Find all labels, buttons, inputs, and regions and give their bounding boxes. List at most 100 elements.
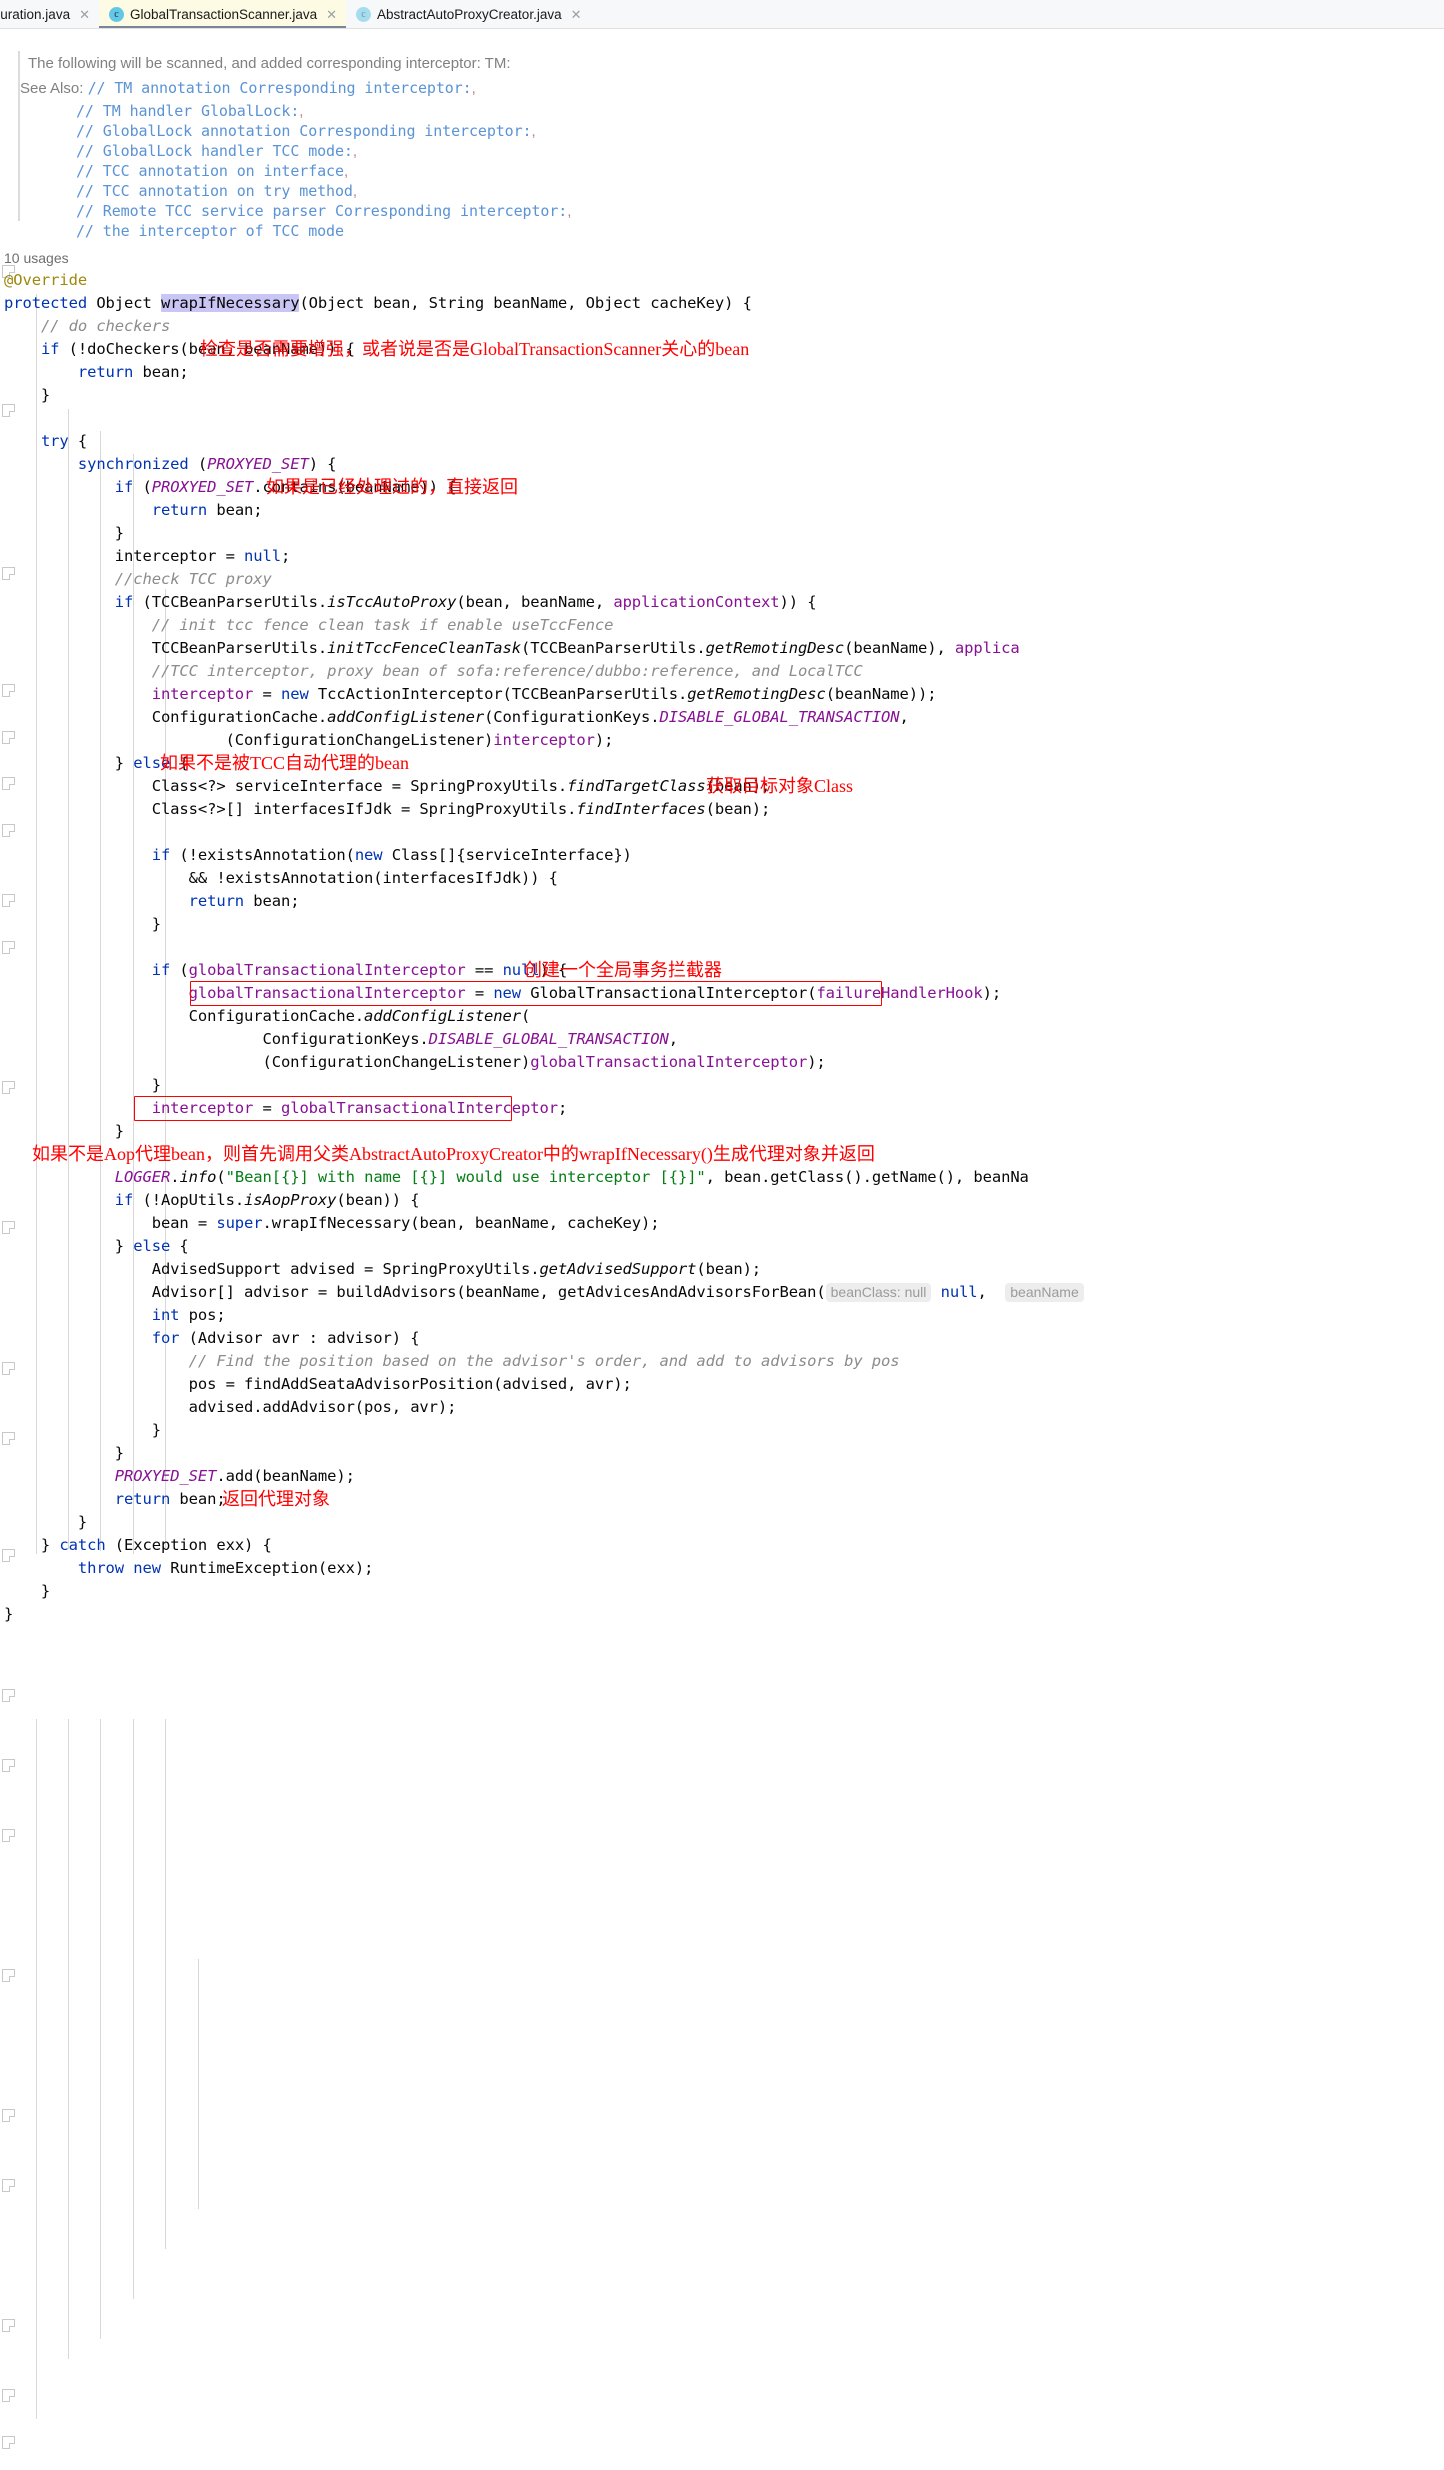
code-line[interactable]: advised.addAdvisor(pos, avr); <box>4 1396 457 1419</box>
fold-marker[interactable] <box>2 2109 15 2122</box>
indent-guide <box>133 1719 134 2299</box>
indent-guide <box>198 1959 199 2209</box>
code-line[interactable]: // Find the position based on the adviso… <box>4 1350 900 1373</box>
code-line[interactable]: if (!AopUtils.isAopProxy(bean)) { <box>4 1189 420 1212</box>
code-line[interactable]: pos = findAddSeataAdvisorPosition(advise… <box>4 1373 632 1396</box>
annotation-get-target-class: 获取目标对象Class <box>706 776 854 796</box>
inline-hint-beanname: beanName <box>1005 1283 1084 1302</box>
usages-hint[interactable]: 10 usages <box>4 247 69 270</box>
code-line[interactable]: int pos; <box>4 1304 226 1327</box>
annotation-not-aop-proxy: 如果不是Aop代理bean，则首先调用父类AbstractAutoProxyCr… <box>32 1144 875 1164</box>
code-line[interactable]: TCCBeanParserUtils.initTccFenceCleanTask… <box>4 637 1020 660</box>
code-line[interactable]: //TCC interceptor, proxy bean of sofa:re… <box>4 660 863 683</box>
close-icon[interactable]: ✕ <box>326 8 337 21</box>
indent-guide <box>165 1719 166 2249</box>
annotation-not-tcc-proxy: 如果不是被TCC自动代理的bean <box>160 753 409 773</box>
code-line[interactable]: } <box>4 1442 124 1465</box>
tab-abstractautoproxycreator[interactable]: c AbstractAutoProxyCreator.java ✕ <box>346 0 591 28</box>
java-class-icon: c <box>356 7 371 22</box>
code-line-interceptor-assignment[interactable]: interceptor = globalTransactionalInterce… <box>4 1097 568 1120</box>
code-line[interactable]: if (!existsAnnotation(new Class[]{servic… <box>4 844 632 867</box>
code-line[interactable]: synchronized (PROXYED_SET) { <box>4 453 337 476</box>
indent-guide <box>100 1719 101 2339</box>
fold-marker[interactable] <box>2 2436 15 2449</box>
tab-label: GlobalTransactionScanner.java <box>129 7 318 22</box>
see-also-item: // TCC annotation on try method <box>76 182 353 200</box>
see-also-item: // Remote TCC service parser Correspondi… <box>76 202 568 220</box>
code-line[interactable]: ConfigurationKeys.DISABLE_GLOBAL_TRANSAC… <box>4 1028 678 1051</box>
see-also-item: // GlobalLock handler TCC mode: <box>76 142 353 160</box>
code-line[interactable]: // do checkers <box>4 315 170 338</box>
fold-marker[interactable] <box>2 2389 15 2402</box>
code-editor[interactable]: The following will be scanned, and added… <box>0 29 1444 2470</box>
code-line[interactable]: throw new RuntimeException(exx); <box>4 1557 374 1580</box>
code-line[interactable]: AdvisedSupport advised = SpringProxyUtil… <box>4 1258 761 1281</box>
code-line[interactable]: } catch (Exception exx) { <box>4 1534 272 1557</box>
see-also-item: // the interceptor of TCC mode <box>76 222 344 240</box>
close-icon[interactable]: ✕ <box>571 8 582 21</box>
annotation-check-enhance: 检查是否需要增强，或者说是否是GlobalTransactionScanner关… <box>200 339 750 359</box>
code-line[interactable]: } <box>4 1419 161 1442</box>
see-also-item: // TCC annotation on interface <box>76 162 344 180</box>
fold-marker[interactable] <box>2 1969 15 1982</box>
code-line[interactable]: } <box>4 1511 87 1534</box>
tab-toconfiguration[interactable]: toConfiguration.java ✕ <box>0 0 99 28</box>
code-line[interactable]: } else { <box>4 1235 189 1258</box>
code-line[interactable]: try { <box>4 430 87 453</box>
tab-globaltransactionscanner[interactable]: c GlobalTransactionScanner.java ✕ <box>98 0 347 28</box>
code-line[interactable]: } <box>4 522 124 545</box>
tab-label: toConfiguration.java <box>0 7 71 22</box>
see-also-label: See Also: <box>20 80 84 97</box>
fold-marker[interactable] <box>2 1829 15 1842</box>
code-line[interactable]: Class<?> serviceInterface = SpringProxyU… <box>4 775 771 798</box>
code-line-logger[interactable]: LOGGER.info("Bean[{}] with name [{}] wou… <box>4 1166 1029 1189</box>
code-line[interactable]: ConfigurationCache.addConfigListener( <box>4 1005 531 1028</box>
see-also-item: // GlobalLock annotation Corresponding i… <box>76 122 532 140</box>
code-line[interactable]: return bean; <box>4 890 300 913</box>
code-line[interactable]: (ConfigurationChangeListener)interceptor… <box>4 729 614 752</box>
code-line[interactable]: } <box>4 1120 124 1143</box>
close-icon[interactable]: ✕ <box>79 8 90 21</box>
code-line[interactable]: return bean; <box>4 1488 226 1511</box>
annotation-already-processed: 如果是已经处理过的，直接返回 <box>266 477 518 497</box>
code-line[interactable]: bean = super.wrapIfNecessary(bean, beanN… <box>4 1212 660 1235</box>
code-line[interactable]: interceptor = null; <box>4 545 291 568</box>
code-line[interactable]: PROXYED_SET.add(beanName); <box>4 1465 355 1488</box>
code-line-override[interactable]: @Override <box>4 269 87 292</box>
fold-marker[interactable] <box>2 2319 15 2332</box>
code-line[interactable]: ConfigurationCache.addConfigListener(Con… <box>4 706 909 729</box>
inline-hint-beanclass: beanClass: null <box>825 1283 932 1302</box>
code-line[interactable]: interceptor = new TccActionInterceptor(T… <box>4 683 937 706</box>
code-line[interactable]: //check TCC proxy <box>4 568 272 591</box>
code-line[interactable]: } <box>4 384 50 407</box>
code-line[interactable]: if (TCCBeanParserUtils.isTccAutoProxy(be… <box>4 591 817 614</box>
code-line[interactable]: } <box>4 913 161 936</box>
fold-marker[interactable] <box>2 824 15 837</box>
code-line-buildadvisors[interactable]: Advisor[] advisor = buildAdvisors(beanNa… <box>4 1281 1084 1304</box>
code-line-method-signature[interactable]: protected Object wrapIfNecessary(Object … <box>4 292 752 315</box>
code-line[interactable]: return bean; <box>4 361 189 384</box>
tab-label: AbstractAutoProxyCreator.java <box>377 7 562 22</box>
fold-marker[interactable] <box>2 1689 15 1702</box>
highlighted-identifier: wrapIfNecessary <box>160 294 300 312</box>
fold-marker[interactable] <box>2 2179 15 2192</box>
code-line[interactable]: Class<?>[] interfacesIfJdk = SpringProxy… <box>4 798 771 821</box>
code-line[interactable]: return bean; <box>4 499 263 522</box>
fold-marker[interactable] <box>2 941 15 954</box>
editor-tab-bar[interactable]: toConfiguration.java ✕ c GlobalTransacti… <box>0 0 1444 29</box>
code-line[interactable]: && !existsAnnotation(interfacesIfJdk)) { <box>4 867 558 890</box>
code-line[interactable]: } <box>4 1580 50 1603</box>
doc-see-also-row: // the interceptor of TCC mode <box>76 220 344 243</box>
code-line[interactable]: for (Advisor avr : advisor) { <box>4 1327 420 1350</box>
code-line-interceptor-creation[interactable]: globalTransactionalInterceptor = new Glo… <box>4 982 1002 1005</box>
code-line[interactable]: } <box>4 1074 161 1097</box>
code-line[interactable]: // init tcc fence clean task if enable u… <box>4 614 614 637</box>
code-line[interactable]: } <box>4 1603 13 1626</box>
code-line[interactable]: (ConfigurationChangeListener)globalTrans… <box>4 1051 825 1074</box>
fold-marker[interactable] <box>2 1759 15 1772</box>
indent-guide <box>68 1719 69 2359</box>
code-line[interactable]: if (globalTransactionalInterceptor == nu… <box>4 959 568 982</box>
doc-summary: The following will be scanned, and added… <box>28 55 511 72</box>
see-also-item: // TM annotation Corresponding intercept… <box>87 79 472 97</box>
indent-guide <box>36 1719 37 2419</box>
